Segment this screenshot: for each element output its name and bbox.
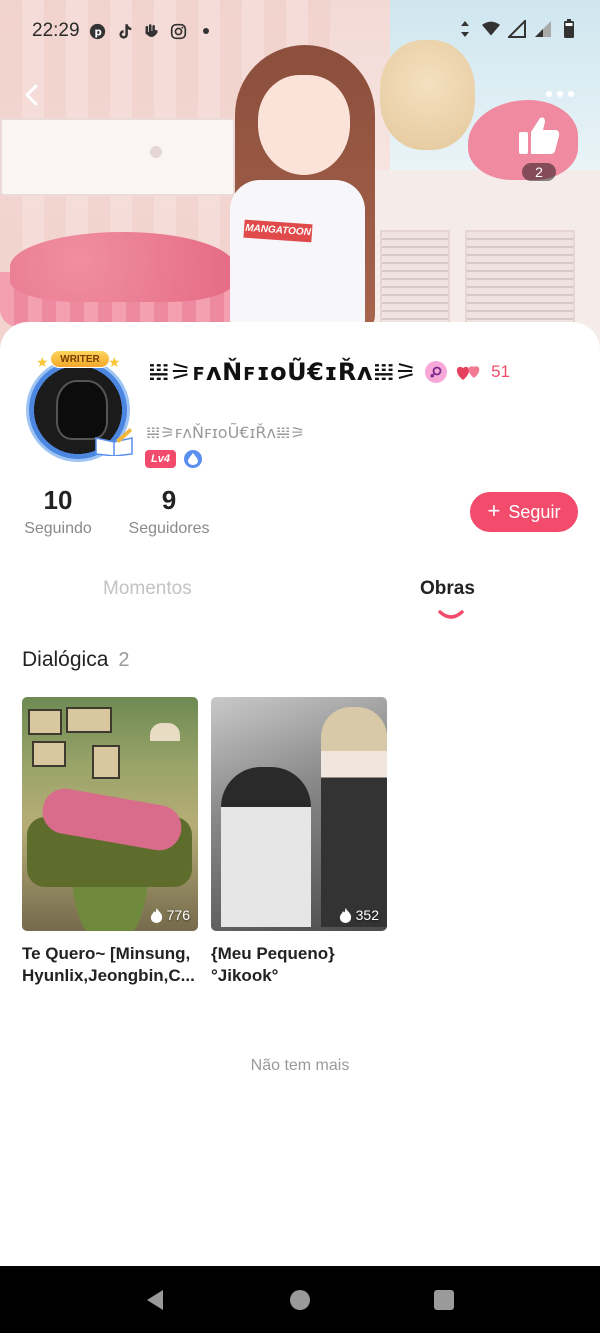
data-arrows-icon <box>456 20 474 38</box>
avatar[interactable]: ★ ★ WRITER <box>20 350 138 462</box>
star-icon: ★ <box>36 354 49 370</box>
following-count: 10 <box>43 485 73 515</box>
hearts-count: 51 <box>491 362 511 381</box>
banner-character-shirt <box>230 180 365 330</box>
work-cover: 352 <box>211 697 387 931</box>
work-card[interactable]: 776 Te Quero~ [Minsung, Hyunlix,Jeongbin… <box>22 697 198 987</box>
work-card[interactable]: 352 {Meu Pequeno} °Jikook° <box>211 697 387 987</box>
followers-count: 9 <box>161 485 177 515</box>
more-dots-icon <box>546 91 552 97</box>
signal-icon <box>534 20 552 38</box>
banner-desk <box>0 118 235 196</box>
banner-desk-knob <box>150 146 162 158</box>
cover-art-detail <box>92 745 120 779</box>
cover-art-detail <box>321 707 387 927</box>
cover-art-detail <box>28 709 62 735</box>
like-count: 2 <box>522 163 556 181</box>
hearts-icon <box>457 366 480 380</box>
wifi-icon <box>482 20 500 38</box>
section-header: Dialógica 2 <box>22 648 130 672</box>
status-right <box>456 19 578 38</box>
female-icon <box>425 361 448 383</box>
followers-stat[interactable]: 9 Seguidores <box>126 485 212 538</box>
flame-icon <box>150 907 162 923</box>
banner-shutter <box>465 230 575 330</box>
more-dots-icon <box>557 91 563 97</box>
cover-art-detail <box>221 767 311 927</box>
tab-active-indicator <box>438 610 464 619</box>
view-count-badge: 352 <box>339 907 379 923</box>
display-name: 𝍐⚞ꜰᴧŇꜰɪᴏŨ€ɪŘᴧ𝍐⚞ <box>148 358 418 386</box>
tab-momentos[interactable]: Momentos <box>103 578 192 600</box>
end-of-list-text: Não tem mais <box>250 1057 350 1074</box>
profile-name-row: 𝍐⚞ꜰᴧŇꜰɪᴏŨ€ɪŘᴧ𝍐⚞ 51 <box>148 358 510 386</box>
svg-text:p: p <box>95 27 102 38</box>
cover-art-detail <box>66 707 112 733</box>
work-cover: 776 <box>22 697 198 931</box>
nav-home-icon[interactable] <box>290 1290 310 1310</box>
cover-art-detail <box>150 723 180 741</box>
profile-username: 𝍐⚞ꜰᴧŇꜰɪᴏŨ€ɪŘᴧ𝍐⚞ <box>146 423 305 442</box>
chevron-left-icon <box>25 84 38 106</box>
more-dots-icon <box>568 91 574 97</box>
plus-icon: + <box>487 498 501 523</box>
profile-badges: Lv4 <box>145 450 202 468</box>
like-button[interactable] <box>515 112 563 160</box>
banner-character-face <box>258 75 350 175</box>
flame-icon <box>339 907 351 923</box>
following-stat[interactable]: 10 Seguindo <box>22 485 94 538</box>
tab-obras[interactable]: Obras <box>420 578 475 600</box>
drop-icon <box>183 450 202 468</box>
battery-icon <box>560 19 578 38</box>
following-label: Seguindo <box>24 520 92 537</box>
back-button[interactable] <box>18 80 48 110</box>
work-title: {Meu Pequeno} °Jikook° <box>211 944 335 985</box>
system-nav-bar <box>0 1266 600 1333</box>
banner-stool <box>10 232 235 302</box>
banner-shutter <box>380 230 450 330</box>
view-count: 352 <box>355 907 379 923</box>
more-button[interactable] <box>540 82 580 106</box>
section-count: 2 <box>118 649 130 671</box>
status-time: 22:29 <box>32 20 80 41</box>
dot-icon <box>197 22 215 40</box>
view-count: 776 <box>166 907 190 923</box>
pinterest-icon: p <box>89 22 107 40</box>
status-bar: 22:29 p <box>0 0 600 62</box>
nav-recent-icon[interactable] <box>434 1290 454 1310</box>
clubhouse-icon <box>143 22 161 40</box>
view-count-badge: 776 <box>150 907 190 923</box>
cover-art-detail <box>32 741 66 767</box>
status-left: 22:29 p <box>32 20 215 42</box>
followers-label: Seguidores <box>128 520 210 537</box>
level-badge: Lv4 <box>145 450 176 468</box>
signal-icon <box>508 20 526 38</box>
book-quill-icon <box>95 428 133 456</box>
thumbs-up-icon <box>519 117 560 154</box>
follow-button[interactable]: + Seguir <box>470 492 578 532</box>
section-title: Dialógica <box>22 648 109 671</box>
nav-back-icon[interactable] <box>143 1288 167 1312</box>
work-title: Te Quero~ [Minsung, Hyunlix,Jeongbin,C..… <box>22 944 195 985</box>
tiktok-icon <box>116 22 134 40</box>
writer-badge: WRITER <box>50 350 110 368</box>
follow-button-label: Seguir <box>508 501 561 522</box>
instagram-icon <box>170 22 188 40</box>
profile-tabs: Momentos Obras <box>0 578 600 628</box>
